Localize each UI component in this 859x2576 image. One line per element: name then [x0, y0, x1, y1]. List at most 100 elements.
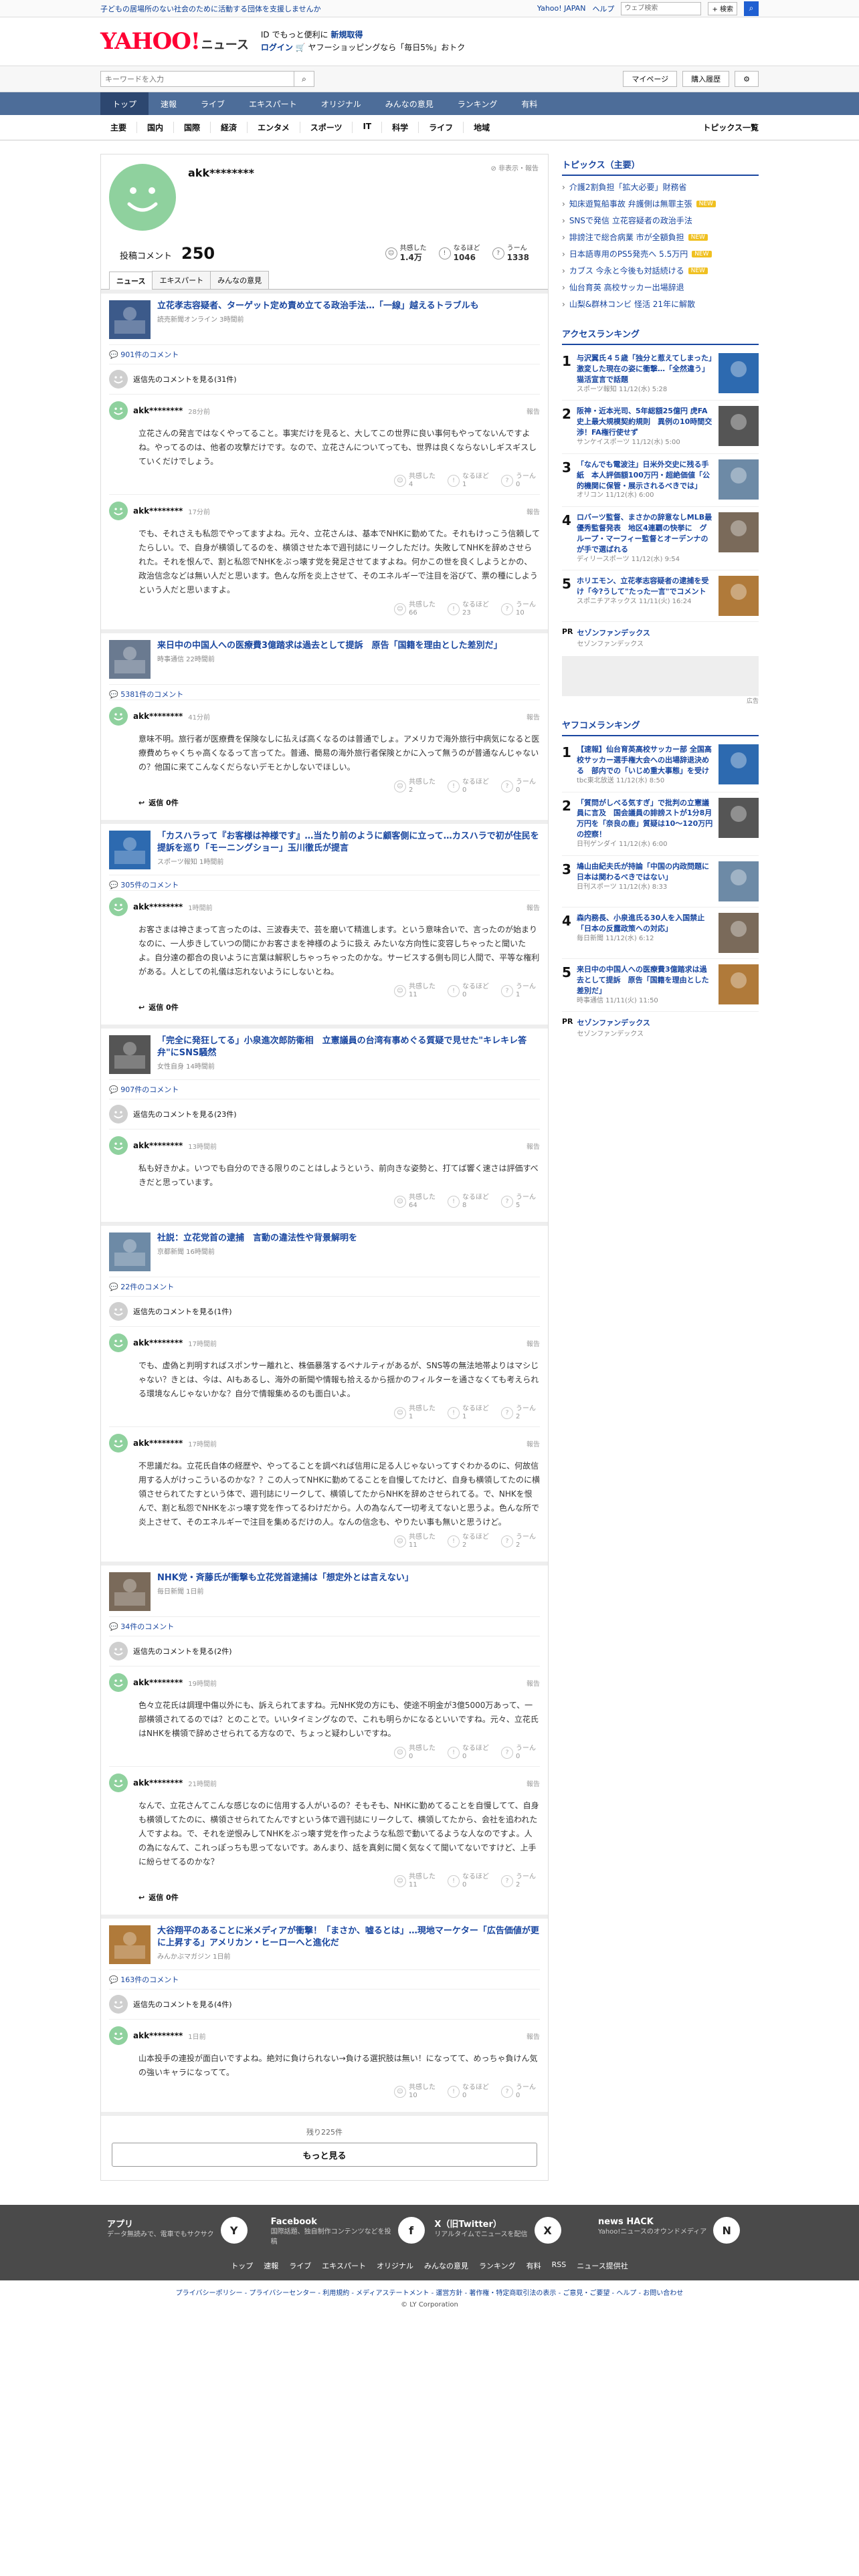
pr-item[interactable]: PR セゾンファンデックス セゾンファンデックス — [562, 1012, 759, 1043]
naruhodo-button[interactable]: ! なるほど 1 — [448, 1405, 489, 1421]
naruhodo-button[interactable]: ! なるほど 0 — [448, 1873, 489, 1889]
tab-news[interactable]: ニュース — [109, 272, 153, 290]
comment-count-link[interactable]: 💬 907件のコメント — [109, 1079, 540, 1095]
comment-count-link[interactable]: 💬 901件のコメント — [109, 344, 540, 360]
web-search-button[interactable]: + 検索 — [708, 1, 737, 15]
nav-top[interactable]: トップ — [100, 92, 149, 115]
topic-item[interactable]: › 山梨&群林コンビ 怪活 21年に解散 — [562, 296, 759, 312]
nav-paid[interactable]: 有料 — [509, 92, 549, 115]
naruhodo-button[interactable]: ! なるほど 8 — [448, 1194, 489, 1210]
article-thumbnail[interactable] — [109, 1232, 151, 1271]
article-title[interactable]: 社説：立花党首の逮捕 言動の違法性や背景解明を — [157, 1232, 357, 1245]
gear-icon[interactable]: ⚙ — [735, 71, 759, 87]
article-thumbnail[interactable] — [109, 300, 151, 339]
ranking-item[interactable]: 3 「なんでも電波注」日米外交史に残る手紙 本人評価額100万円・超絶価値「公的機… — [562, 454, 759, 507]
subnav-item[interactable]: 主要 — [100, 122, 138, 133]
ad-image[interactable] — [562, 656, 759, 697]
article-thumbnail[interactable] — [109, 1035, 151, 1074]
footer-card[interactable]: X（旧Twitter） リアルタイムでニュースを配信 X — [434, 2217, 588, 2247]
footer-link[interactable]: ランキング — [479, 2260, 516, 2271]
topic-item[interactable]: › 誹謗注で総合病業 市が全額負担 NEW — [562, 229, 759, 245]
report-link[interactable]: 報告 — [527, 1678, 540, 1688]
subnav-item[interactable]: エンタメ — [248, 122, 300, 133]
kyokan-button[interactable]: ☺ 共感した 10 — [394, 2084, 436, 2100]
topic-item[interactable]: › SNSで発信 立花容疑者の政治手法 — [562, 212, 759, 229]
article-title[interactable]: 来日中の中国人への医療費3億踏求は過去として提訴 原告「国籍を理由とした差別だ」 — [157, 640, 502, 652]
comment-count-link[interactable]: 💬 22件のコメント — [109, 1277, 540, 1292]
footer-link[interactable]: ライブ — [289, 2260, 311, 2271]
naruhodo-button[interactable]: ! なるほど 2 — [448, 1533, 489, 1549]
article-thumbnail[interactable] — [109, 831, 151, 869]
naruhodo-button[interactable]: ! なるほど 1 — [448, 473, 489, 489]
shopping-promo[interactable]: ヤフーショッピングなら「毎日5%」おトク — [308, 43, 466, 52]
nav-ranking[interactable]: ランキング — [446, 92, 510, 115]
pr-item[interactable]: PR セゾンファンデックス セゾンファンデックス — [562, 622, 759, 653]
topic-item[interactable]: › 介護2割負担「拡大必要」財務省 — [562, 179, 759, 195]
ranking-item[interactable]: 1 【速報】仙台育英高校サッカー部 全国高校サッカー選手権大会への出場辞退決める … — [562, 739, 759, 792]
kyokan-button[interactable]: ☺ 共感した 64 — [394, 1194, 436, 1210]
kyokan-button[interactable]: ☺ 共感した 66 — [394, 601, 436, 617]
mypage-button[interactable]: マイページ — [623, 71, 678, 87]
report-link[interactable]: 報告 — [527, 712, 540, 722]
reply-target-row[interactable]: 返信先のコメントを見る(2件) — [109, 1636, 540, 1666]
uun-button[interactable]: ? うーん 10 — [501, 601, 536, 617]
reply-target-row[interactable]: 返信先のコメントを見る(1件) — [109, 1296, 540, 1326]
subnav-item[interactable]: IT — [353, 122, 383, 133]
kyokan-button[interactable]: ☺ 共感した 11 — [394, 1533, 436, 1549]
article-title[interactable]: 「完全に発狂してる」小泉進次郎防衛相 立憲議員の台湾有事めぐる質疑で見せた"キレ… — [157, 1035, 540, 1059]
ranking-item[interactable]: 4 森内務長、小泉進氏る30人を入国禁止 「日本の反露政策への対応」 毎日新聞 11… — [562, 907, 759, 959]
reply-target-row[interactable]: 返信先のコメントを見る(31件) — [109, 364, 540, 394]
ranking-item[interactable]: 5 来日中の中国人への医療費3億踏求は過去として提訴 原告「国籍を理由とした差別だ… — [562, 959, 759, 1012]
topic-item[interactable]: › カブス 今永と今後も対話続ける NEW — [562, 262, 759, 279]
footer-link[interactable]: エキスパート — [322, 2260, 366, 2271]
comment-count-link[interactable]: 💬 34件のコメント — [109, 1616, 540, 1632]
comment-count-link[interactable]: 💬 5381件のコメント — [109, 684, 540, 700]
web-search-input[interactable] — [621, 1, 702, 15]
keyword-search-input[interactable] — [100, 71, 294, 87]
reply-target-row[interactable]: 返信先のコメントを見る(23件) — [109, 1099, 540, 1129]
history-button[interactable]: 購入履歴 — [682, 71, 730, 87]
article-title[interactable]: 立花孝志容疑者、ターゲット定め責め立てる政治手法…「一線」越えるトラブルも — [157, 300, 479, 312]
article-thumbnail[interactable] — [109, 1925, 151, 1964]
naruhodo-button[interactable]: ! なるほど 0 — [448, 983, 489, 999]
article-title[interactable]: 「カスハラって『お客様は神様です』…当たり前のように顧客側に立って…カスハラで初… — [157, 831, 540, 855]
footer-link[interactable]: 有料 — [527, 2260, 541, 2271]
report-link[interactable]: 報告 — [527, 506, 540, 516]
article-title[interactable]: 大谷翔平のあることに米メディアが衝撃！「まさか、嘘るとは」…現地マーケター「広告… — [157, 1925, 540, 1949]
ranking-item[interactable]: 4 ロバーツ監督、まさかの辞意なしMLB最優秀監督発表 地区4連覇の快挙に グルー… — [562, 507, 759, 571]
uun-button[interactable]: ? うーん 0 — [501, 2084, 536, 2100]
ranking-item[interactable]: 5 ホリエモン、立花孝志容疑者の逮捕を受け「今?うして"たった一言"でコメント スポ… — [562, 570, 759, 623]
article-thumbnail[interactable] — [109, 640, 151, 679]
topic-item[interactable]: › 日本語専用のPS5発売へ 5.5万円 NEW — [562, 245, 759, 262]
footer-link[interactable]: みんなの意見 — [424, 2260, 468, 2271]
ranking-item[interactable]: 1 与沢翼氏４５歳「独分と惹えてしまった」激変した現在の姿に衝撃…「全然違う」猫活… — [562, 348, 759, 401]
report-link[interactable]: 報告 — [527, 406, 540, 416]
report-link[interactable]: 報告 — [527, 902, 540, 912]
footer-link[interactable]: トップ — [231, 2260, 253, 2271]
ranking-item[interactable]: 2 「質問がしべる気すぎ」で批判の立憲議員に言及 国会議員の誹謗ストが1分8月万円… — [562, 792, 759, 856]
report-link[interactable]: 報告 — [527, 2031, 540, 2041]
reply-target-row[interactable]: 返信先のコメントを見る(4件) — [109, 1989, 540, 2019]
uun-button[interactable]: ? うーん 5 — [501, 1194, 536, 1210]
subnav-item[interactable]: 科学 — [382, 122, 419, 133]
report-link[interactable]: 報告 — [527, 1778, 540, 1788]
footer-card[interactable]: アプリ データ無読みで、電車でもサクサク Y — [107, 2217, 261, 2247]
comment-count-link[interactable]: 💬 305件のコメント — [109, 875, 540, 890]
nav-opinions[interactable]: みんなの意見 — [373, 92, 446, 115]
reply-button[interactable]: ↩ 返信 0件 — [138, 1002, 540, 1012]
report-link[interactable]: 報告 — [527, 1141, 540, 1151]
footer-card[interactable]: Facebook 国際話題、独自制作コンテンツなどを投稿 f — [271, 2217, 425, 2247]
subnav-item[interactable]: スポーツ — [300, 122, 353, 133]
search-icon[interactable]: ⌕ — [744, 1, 759, 16]
kyokan-button[interactable]: ☺ 共感した 11 — [394, 1873, 436, 1889]
report-link[interactable]: 報告 — [527, 1438, 540, 1448]
reply-button[interactable]: ↩ 返信 0件 — [138, 797, 540, 808]
uun-button[interactable]: ? うーん 0 — [501, 1745, 536, 1761]
yahoo-japan-link[interactable]: Yahoo! JAPAN — [537, 4, 586, 13]
uun-button[interactable]: ? うーん 2 — [501, 1405, 536, 1421]
uun-button[interactable]: ? うーん 0 — [501, 473, 536, 489]
footer-link[interactable]: 速報 — [264, 2260, 278, 2271]
kyokan-button[interactable]: ☺ 共感した 4 — [394, 473, 436, 489]
ranking-item[interactable]: 2 阪神・近本光司、5年総額25億円 虎FA史上最大規模契約規則 異例の10時間交… — [562, 401, 759, 454]
yahoo-news-logo[interactable]: YAHOO! ニュース — [100, 30, 249, 53]
